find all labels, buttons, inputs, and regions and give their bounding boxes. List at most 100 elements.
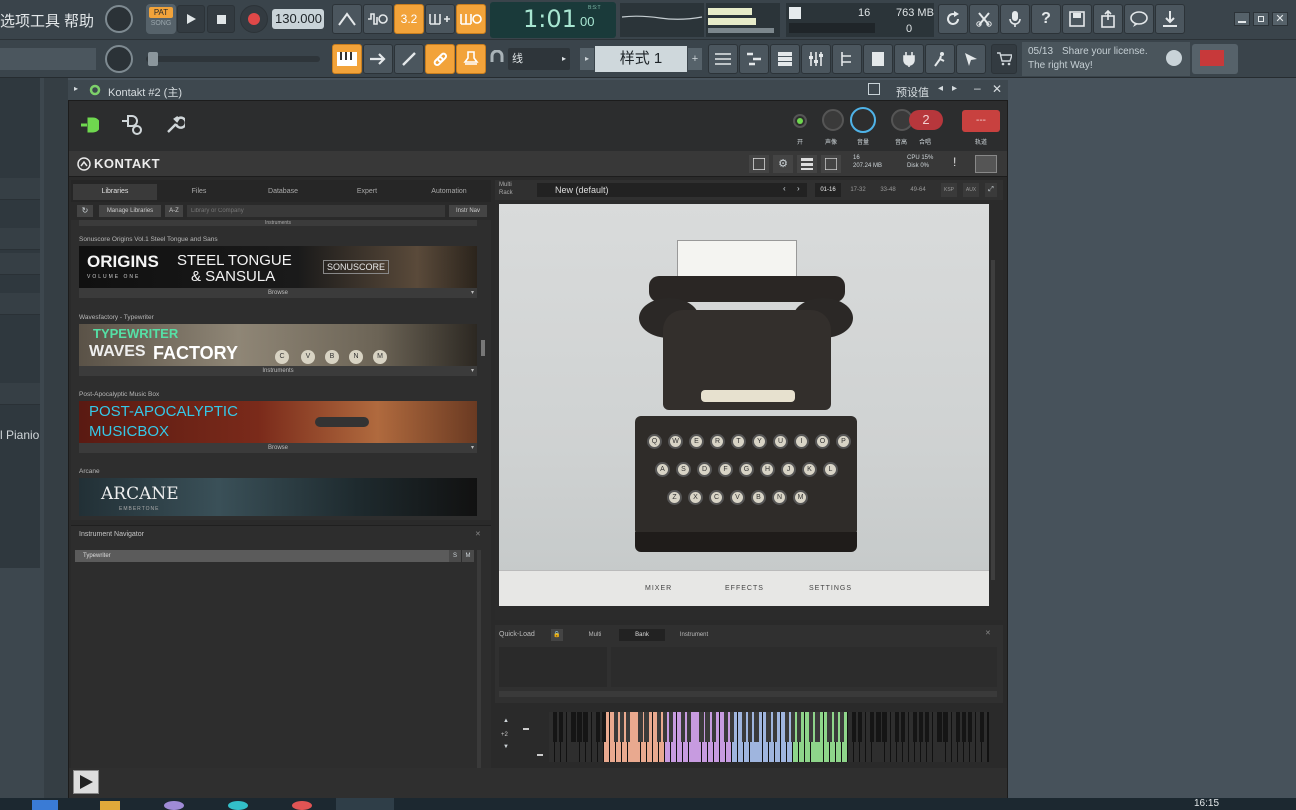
shop-button[interactable] [991, 44, 1017, 74]
black-key[interactable] [644, 712, 649, 742]
fl-browser-panel[interactable]: l Pianio [0, 78, 40, 568]
typewriter-key[interactable]: P [836, 434, 851, 449]
chat-button[interactable] [1124, 4, 1154, 34]
piano-roll-button[interactable] [332, 44, 362, 74]
typewriter-key[interactable]: F [718, 462, 733, 477]
enable-led[interactable] [793, 114, 807, 128]
close-app-button[interactable]: ✕ [1272, 12, 1288, 26]
typewriter-key[interactable]: K [802, 462, 817, 477]
templates-button[interactable] [863, 44, 893, 74]
tab-files[interactable]: Files [157, 184, 241, 200]
typewriter-key[interactable]: D [697, 462, 712, 477]
ksp-button[interactable]: KSP [941, 183, 957, 197]
grid-icon[interactable] [868, 83, 880, 95]
pan-knob[interactable] [822, 109, 844, 131]
master-pitch-knob[interactable] [105, 45, 133, 73]
black-key[interactable] [766, 712, 771, 742]
quickload-scrollbar[interactable] [499, 691, 997, 697]
rack-view-button[interactable] [797, 155, 817, 173]
play-preview-button[interactable] [73, 770, 99, 794]
black-key[interactable] [723, 712, 729, 742]
quickload-content[interactable] [611, 647, 997, 687]
tab-libraries[interactable]: Libraries [73, 184, 157, 200]
black-key[interactable] [839, 712, 844, 742]
tempo-display[interactable]: 130.000 [272, 9, 324, 29]
stamp-button[interactable] [456, 44, 486, 74]
navigator-scrollbar[interactable] [477, 550, 481, 786]
plugin-window-titlebar[interactable]: ▸ Kontakt #2 (主) 预设值 ◂ ▸ – ✕ [68, 80, 1008, 100]
black-key[interactable] [967, 712, 973, 742]
navigator-item[interactable]: Typewriter [75, 550, 449, 562]
black-key[interactable] [559, 712, 564, 742]
pattern-selector[interactable]: 样式 1 [595, 46, 687, 72]
typewriter-key[interactable]: L [823, 462, 838, 477]
download-button[interactable] [1155, 4, 1185, 34]
quickload-tab-instrument[interactable]: Instrument [669, 629, 719, 641]
step-edit-button[interactable]: 3.2 [394, 4, 424, 34]
black-key[interactable] [681, 712, 686, 742]
tab-settings[interactable]: SETTINGS [809, 585, 852, 592]
add-pattern-button[interactable]: + [688, 48, 702, 70]
minimize-button[interactable] [1234, 12, 1250, 26]
typewriter-key[interactable]: U [773, 434, 788, 449]
refresh-button[interactable]: ↻ [77, 205, 93, 217]
black-key[interactable] [943, 712, 948, 742]
library-search-input[interactable] [187, 205, 445, 217]
library-bar-button[interactable]: Browse ▾ [79, 288, 477, 298]
black-key[interactable] [851, 712, 857, 742]
quickload-tab-multi[interactable]: Multi [575, 629, 615, 641]
pitch-wheel[interactable] [523, 728, 529, 730]
black-key[interactable] [687, 712, 692, 742]
channel-name[interactable]: l Pianio [0, 428, 39, 442]
page-tab-4[interactable]: 49-64 [905, 183, 931, 197]
tab-effects[interactable]: EFFECTS [725, 585, 764, 592]
typewriter-key[interactable]: Z [667, 490, 682, 505]
playlist-button[interactable] [708, 44, 738, 74]
typewriter-key[interactable]: O [815, 434, 830, 449]
black-key[interactable] [925, 712, 930, 742]
black-key[interactable] [815, 712, 820, 742]
typewriter-key[interactable]: G [739, 462, 754, 477]
next-multi-icon[interactable]: › [797, 184, 800, 193]
undo-button[interactable] [938, 4, 968, 34]
warning-icon[interactable]: ! [953, 155, 956, 169]
expand-icon[interactable]: ⤢ [985, 183, 997, 197]
prev-pattern-button[interactable]: ▸ [580, 48, 594, 70]
typewriter-key[interactable]: M [793, 490, 808, 505]
black-key[interactable] [912, 712, 918, 742]
plugin-button[interactable] [894, 44, 924, 74]
snap-select[interactable]: 线 ▸ [508, 48, 570, 70]
black-key[interactable] [571, 712, 576, 742]
slider-handle[interactable] [148, 52, 158, 66]
lock-icon[interactable]: 🔒 [551, 629, 563, 641]
typewriter-key[interactable]: A [655, 462, 670, 477]
library-banner[interactable]: TYPEWRITER WAVES FACTORY C V B N M [79, 324, 477, 366]
typewriter-key[interactable]: R [710, 434, 725, 449]
page-tab-2[interactable]: 17-32 [845, 183, 871, 197]
typewriter-key[interactable]: X [688, 490, 703, 505]
tab-automation[interactable]: Automation [409, 184, 489, 200]
typewriter-key[interactable]: V [730, 490, 745, 505]
chevron-right-icon[interactable]: ▸ [74, 84, 78, 93]
black-key[interactable] [955, 712, 960, 742]
keyboard-toggle-button[interactable] [975, 155, 997, 173]
instruments-bar-top[interactable]: Instruments [79, 220, 477, 226]
library-banner[interactable]: ORIGINS VOLUME ONE STEEL TONGUE & SANSUL… [79, 246, 477, 288]
save-button[interactable] [1062, 4, 1092, 34]
black-key[interactable] [900, 712, 905, 742]
browser-icon[interactable] [228, 801, 248, 810]
mod-wheel[interactable] [537, 754, 543, 756]
black-key[interactable] [729, 712, 735, 742]
export-button[interactable] [1093, 4, 1123, 34]
library-bar-button[interactable]: Browse ▾ [79, 443, 477, 453]
black-key[interactable] [784, 712, 790, 742]
microphone-button[interactable] [1000, 4, 1030, 34]
black-key[interactable] [876, 712, 881, 742]
menu-help[interactable]: 帮助 [64, 10, 94, 31]
app-icon[interactable] [164, 801, 184, 810]
typewriter-key[interactable]: C [709, 490, 724, 505]
menu-tools[interactable]: 工具 [30, 10, 60, 31]
wait-input-button[interactable] [363, 4, 393, 34]
maximize-button[interactable] [1253, 12, 1269, 26]
options-button[interactable]: ⚙ [773, 155, 793, 173]
